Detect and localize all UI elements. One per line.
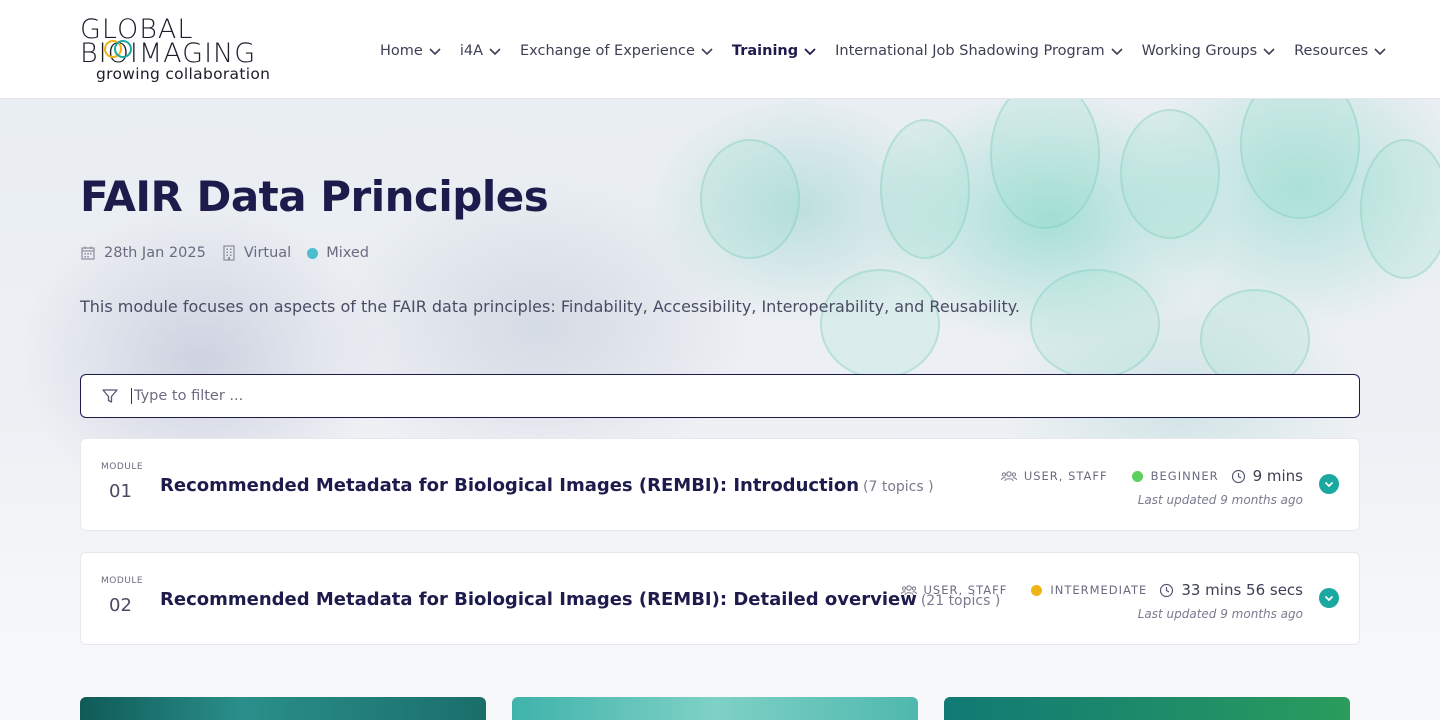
module-card[interactable]: MODULE 01 Recommended Metadata for Biolo…: [80, 438, 1360, 531]
module-audience: USER, STAFF: [1000, 469, 1108, 483]
meta-format-text: Mixed: [326, 245, 370, 261]
chevron-down-icon: [1263, 48, 1275, 56]
module-level-text: BEGINNER: [1150, 469, 1219, 483]
decorative-cell: [820, 269, 940, 379]
decorative-cell: [1360, 139, 1440, 279]
module-updated: Last updated 9 months ago: [1137, 493, 1303, 507]
calendar-icon: [81, 246, 95, 260]
chevron-down-icon: [489, 48, 501, 56]
page-title: FAIR Data Principles: [80, 172, 549, 221]
nav-label: International Job Shadowing Program: [835, 43, 1105, 59]
nav-item-home[interactable]: Home: [380, 40, 460, 62]
module-label: MODULE: [101, 576, 144, 586]
module-topics: (7 topics ): [863, 479, 934, 495]
module-level: BEGINNER: [1131, 469, 1219, 483]
chevron-down-icon: [1324, 481, 1334, 488]
global-bioimaging-logo[interactable]: GLOBAL BIOIMAGING growing collaboration: [80, 16, 312, 84]
module-level: INTERMEDIATE: [1031, 583, 1147, 597]
expand-button[interactable]: [1319, 474, 1339, 494]
page-description: This module focuses on aspects of the FA…: [80, 297, 1020, 316]
chevron-down-icon: [1324, 595, 1334, 602]
main-nav: Home i4A Exchange of Experience Training…: [380, 40, 1386, 62]
nav-label: Resources: [1294, 43, 1369, 59]
chevron-down-icon: [701, 48, 713, 56]
nav-item-working-groups[interactable]: Working Groups: [1142, 40, 1294, 62]
nav-item-resources[interactable]: Resources: [1294, 40, 1387, 62]
module-duration-text: 33 mins 56 secs: [1181, 581, 1303, 599]
related-course-tile[interactable]: [512, 697, 918, 720]
event-meta: 28th Jan 2025 Virtual Mixed: [80, 245, 385, 261]
module-duration: 9 mins: [1231, 467, 1303, 485]
module-number: 01: [109, 481, 132, 502]
meta-date: 28th Jan 2025: [80, 245, 206, 261]
module-title[interactable]: Recommended Metadata for Biological Imag…: [160, 475, 934, 496]
chevron-down-icon: [1111, 48, 1123, 56]
related-course-tile[interactable]: [944, 697, 1350, 720]
module-title-text: Recommended Metadata for Biological Imag…: [160, 475, 860, 496]
meta-location: Virtual: [222, 245, 291, 261]
module-audience-text: USER, STAFF: [923, 583, 1008, 597]
module-card[interactable]: MODULE 02 Recommended Metadata for Biolo…: [80, 552, 1360, 645]
decorative-cell: [990, 99, 1100, 229]
module-title[interactable]: Recommended Metadata for Biological Imag…: [160, 589, 1000, 610]
filter-icon: [102, 389, 118, 403]
meta-date-text: 28th Jan 2025: [104, 245, 206, 261]
logo-rings-icon: [104, 40, 132, 58]
clock-icon: [1231, 469, 1245, 483]
module-meta: USER, STAFF INTERMEDIATE 33 mins 56 secs: [877, 581, 1303, 599]
chevron-down-icon: [429, 48, 441, 56]
level-dot: [1131, 470, 1143, 482]
nav-label: Exchange of Experience: [520, 43, 695, 59]
site-header: GLOBAL BIOIMAGING growing collaboration …: [0, 0, 1440, 99]
module-meta: USER, STAFF BEGINNER 9 mins: [977, 467, 1303, 485]
module-title-text: Recommended Metadata for Biological Imag…: [160, 589, 917, 610]
users-icon: [900, 585, 917, 596]
nav-item-training[interactable]: Training: [732, 40, 835, 62]
decorative-cell: [1240, 99, 1360, 219]
module-label: MODULE: [101, 462, 144, 472]
expand-button[interactable]: [1319, 588, 1339, 608]
users-icon: [1000, 471, 1017, 482]
nav-label: Working Groups: [1141, 43, 1258, 59]
module-audience: USER, STAFF: [900, 583, 1008, 597]
format-dot: [307, 247, 319, 259]
nav-item-job-shadowing[interactable]: International Job Shadowing Program: [835, 40, 1142, 62]
filter-box: [80, 374, 1360, 418]
chevron-down-icon: [1374, 48, 1386, 56]
chevron-down-icon: [804, 48, 816, 56]
module-updated: Last updated 9 months ago: [1137, 607, 1303, 621]
decorative-cell: [880, 119, 970, 259]
level-dot: [1031, 584, 1043, 596]
nav-label: i4A: [459, 43, 484, 59]
module-duration-text: 9 mins: [1252, 467, 1303, 485]
nav-item-i4a[interactable]: i4A: [460, 40, 520, 62]
decorative-cell: [1030, 269, 1160, 379]
module-audience-text: USER, STAFF: [1023, 469, 1108, 483]
module-number: 02: [109, 595, 132, 616]
nav-label: Home: [380, 43, 423, 59]
nav-label: Training: [731, 43, 799, 59]
module-duration: 33 mins 56 secs: [1159, 581, 1303, 599]
decorative-cell: [1120, 109, 1220, 239]
module-level-text: INTERMEDIATE: [1050, 583, 1148, 597]
building-icon: [223, 245, 235, 261]
meta-location-text: Virtual: [243, 245, 292, 261]
decorative-cell: [700, 139, 800, 259]
clock-icon: [1160, 583, 1174, 597]
meta-format: Mixed: [307, 245, 369, 261]
nav-item-exchange-of-experience[interactable]: Exchange of Experience: [520, 40, 732, 62]
filter-input[interactable]: [131, 388, 1311, 404]
logo-tagline: growing collaboration: [96, 65, 271, 83]
related-course-tile[interactable]: [80, 697, 486, 720]
